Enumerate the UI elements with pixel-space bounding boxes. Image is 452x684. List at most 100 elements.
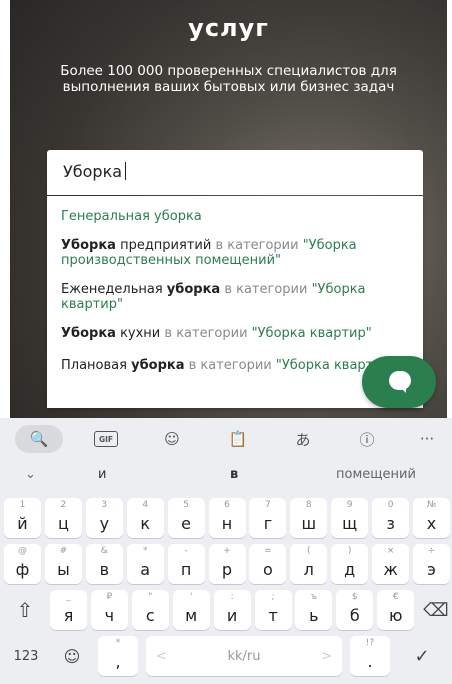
shift-icon[interactable]: ⇧ <box>4 590 46 630</box>
word-suggestion[interactable]: в <box>230 467 238 482</box>
info-icon: ⓘ <box>359 430 375 449</box>
key[interactable]: :и <box>213 590 251 630</box>
key-hint: $ <box>351 592 358 602</box>
backspace-icon[interactable]: ⌫ <box>421 590 451 630</box>
key-hint: * <box>142 546 148 556</box>
key-label: а <box>140 560 151 579</box>
space-right-arrow: > <box>321 648 332 664</box>
key-label: у <box>99 514 110 533</box>
key[interactable]: ₽ ч <box>90 590 128 630</box>
key-hint: _ <box>66 592 71 602</box>
key[interactable]: 7г <box>249 498 287 538</box>
word-suggestion[interactable]: помещений <box>336 467 416 482</box>
search-icon: 🔍 <box>29 430 49 448</box>
key[interactable]: № х <box>413 498 450 538</box>
clipboard-icon: 📋 <box>228 430 248 448</box>
key-hint: ; <box>271 592 275 602</box>
hero-subtitle: Более 100 000 проверенных специалистов д… <box>60 63 397 95</box>
key[interactable]: *, <box>98 636 138 676</box>
suggestion-item[interactable]: Плановая уборка в категории "Уборка квар… <box>61 358 413 373</box>
key[interactable]: @ ф <box>4 544 41 584</box>
key-label: д <box>344 560 356 579</box>
space-label: kk/ru <box>227 648 261 664</box>
key[interactable]: ) д <box>331 544 369 584</box>
suggestion-text: уборка <box>131 358 185 373</box>
search-field[interactable]: Уборка <box>47 150 423 195</box>
space-key[interactable]: < kk/ru > <box>146 636 342 676</box>
key[interactable]: 2ц <box>44 498 82 538</box>
key[interactable]: ; т <box>254 590 292 630</box>
suggestion-text: уборка <box>166 282 221 297</box>
translate-button[interactable]: あ <box>286 424 320 454</box>
key-label: ш <box>301 514 317 533</box>
key[interactable]: 9щ <box>331 498 369 538</box>
search-input[interactable]: Уборка <box>63 162 127 181</box>
key-hint: 4 <box>142 500 149 510</box>
info-button[interactable]: ⓘ <box>350 424 384 454</box>
key-label: с <box>145 606 155 625</box>
word-suggestion[interactable]: и <box>98 467 106 482</box>
key[interactable]: 4к <box>126 498 164 538</box>
enter-icon[interactable]: ✓ <box>396 636 448 676</box>
key-label: и <box>226 606 238 625</box>
search-value: Уборка <box>63 162 123 181</box>
key-label: л <box>303 560 314 579</box>
key[interactable]: 0з <box>372 498 410 538</box>
key[interactable]: !?. <box>350 636 390 676</box>
key-label: е <box>181 514 192 533</box>
key-label: з <box>386 514 395 533</box>
key-label: э <box>427 560 436 579</box>
key-label: ц <box>57 514 69 533</box>
key-label: я <box>63 606 74 625</box>
key-label: , <box>115 652 121 671</box>
key-label: х <box>426 514 437 533</box>
key[interactable]: = о <box>249 544 287 584</box>
key-hint: * <box>115 638 121 648</box>
key[interactable]: ÷ э <box>413 544 450 584</box>
suggestion-item[interactable]: Генеральная уборка <box>61 209 413 224</box>
key[interactable]: € ю <box>377 590 415 630</box>
suggestion-item[interactable]: Еженедельная уборка в категории "Уборка … <box>61 282 413 312</box>
key[interactable]: 8ш <box>290 498 328 538</box>
key-hint: 7 <box>265 500 271 510</box>
key[interactable]: _ я <box>50 590 87 630</box>
key[interactable]: (л <box>290 544 328 584</box>
emoji-icon[interactable]: ☺ <box>52 636 92 676</box>
suggestion-item[interactable]: Уборка предприятий в категории "Уборка п… <box>61 238 413 268</box>
key-label: н <box>221 514 233 533</box>
key[interactable]: " с <box>131 590 169 630</box>
suggestion-item[interactable]: Уборка кухни в категории "Уборка квартир… <box>61 326 413 341</box>
keyboard-search-button[interactable]: 🔍 <box>15 425 63 453</box>
key[interactable]: * а <box>126 544 164 584</box>
key[interactable]: -п <box>167 544 205 584</box>
suggestion-text: кухни <box>115 326 161 341</box>
key-label: к <box>140 514 151 533</box>
key[interactable]: & в <box>85 544 123 584</box>
key-hint: 3 <box>101 500 108 510</box>
key-hint: " <box>148 592 153 602</box>
key-label: ю <box>388 606 403 625</box>
gif-button[interactable]: GIF <box>89 424 123 454</box>
numbers-key[interactable]: 123 <box>4 636 48 676</box>
key[interactable]: × ж <box>372 544 410 584</box>
key[interactable]: 3у <box>85 498 123 538</box>
key[interactable]: $ б <box>336 590 374 630</box>
key[interactable]: 6н <box>208 498 246 538</box>
key-hint: # <box>59 546 68 556</box>
key[interactable]: 1й <box>4 498 41 538</box>
key[interactable]: 5е <box>167 498 205 538</box>
key-label: м <box>185 606 198 625</box>
more-button[interactable]: ··· <box>410 424 444 454</box>
collapse-icon[interactable]: ⌄ <box>25 467 36 482</box>
key[interactable]: ' м <box>172 590 210 630</box>
sticker-button[interactable]: ☺ <box>155 424 189 454</box>
key[interactable]: ъь <box>295 590 333 630</box>
key-label: б <box>349 606 360 625</box>
key[interactable]: + р <box>208 544 246 584</box>
key[interactable]: # ы <box>44 544 82 584</box>
suggestion-text: Уборка <box>61 238 116 253</box>
chat-button[interactable] <box>362 356 436 408</box>
key-hint: 0 <box>387 500 394 510</box>
clipboard-button[interactable]: 📋 <box>221 424 255 454</box>
key-hint: ( <box>307 546 311 556</box>
